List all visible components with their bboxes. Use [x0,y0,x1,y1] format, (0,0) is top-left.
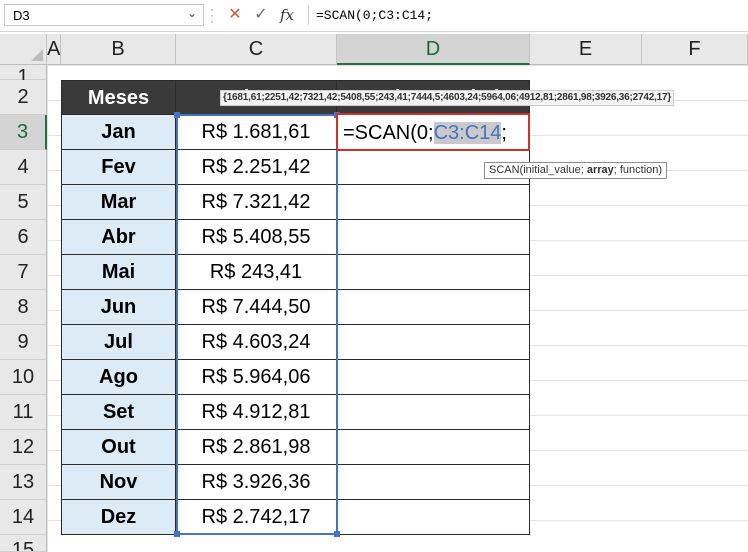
value-cell[interactable]: R$ 3.926,36 [176,465,337,500]
value-cell[interactable]: R$ 5.964,06 [176,360,337,395]
chevron-down-icon[interactable]: ⌄ [187,6,197,20]
column-header-d[interactable]: D [337,34,530,65]
divider [308,5,309,25]
accumulated-total-cell[interactable] [337,360,530,395]
month-cell[interactable]: Abr [61,220,176,255]
row-header-12[interactable]: 12 [0,430,47,465]
row-header-14[interactable]: 14 [0,500,47,535]
month-cell[interactable]: Fev [61,150,176,185]
row-header-13[interactable]: 13 [0,465,47,500]
function-argument-tooltip[interactable]: SCAN(initial_value; array; function) [484,162,668,179]
column-header-a[interactable]: A [47,34,61,65]
formula-value-preview: {1681,61;2251,42;7321,42;5408,55;243,41;… [220,90,675,106]
month-cell[interactable]: Dez [61,500,176,535]
tooltip-suffix: ; function) [613,164,663,176]
row-header-8[interactable]: 8 [0,290,47,325]
enter-icon[interactable]: ✓ [250,4,272,26]
table-header-cell[interactable]: Meses [61,80,176,115]
column-header-b[interactable]: B [61,34,176,65]
edit-formula-prefix: =SCAN(0; [343,122,434,144]
row-header-1[interactable]: 1 [0,65,47,88]
column-header-e[interactable]: E [530,34,642,65]
value-cell[interactable]: R$ 2.861,98 [176,430,337,465]
month-cell[interactable]: Ago [61,360,176,395]
accumulated-total-cell[interactable] [337,185,530,220]
month-cell[interactable]: Nov [61,465,176,500]
value-cell[interactable]: R$ 7.321,42 [176,185,337,220]
month-cell[interactable]: Jun [61,290,176,325]
value-cell[interactable]: R$ 7.444,50 [176,290,337,325]
select-all-corner[interactable] [0,34,47,65]
value-cell[interactable]: R$ 2.742,17 [176,500,337,535]
accumulated-total-cell[interactable] [337,325,530,360]
cancel-icon[interactable]: ✕ [224,4,246,26]
month-cell[interactable]: Set [61,395,176,430]
value-cell[interactable]: R$ 5.408,55 [176,220,337,255]
accumulated-total-cell[interactable] [337,465,530,500]
month-cell[interactable]: Jul [61,325,176,360]
accumulated-total-cell[interactable] [337,255,530,290]
row-header-2[interactable]: 2 [0,80,47,115]
edit-range-reference: C3:C14 [433,122,502,144]
accumulated-total-cell[interactable] [337,395,530,430]
month-cell[interactable]: Out [61,430,176,465]
row-header-7[interactable]: 7 [0,255,47,290]
row-header-6[interactable]: 6 [0,220,47,255]
column-header-c[interactable]: C [176,34,337,65]
month-cell[interactable]: Mai [61,255,176,290]
value-cell[interactable]: R$ 4.603,24 [176,325,337,360]
drag-handle-icon[interactable]: · · · [208,3,216,27]
name-box-value: D3 [13,8,30,23]
row-header-3[interactable]: 3 [0,115,47,150]
select-all-icon [31,49,43,61]
row-header-9[interactable]: 9 [0,325,47,360]
value-cell[interactable]: R$ 243,41 [176,255,337,290]
accumulated-total-cell[interactable] [337,430,530,465]
name-box[interactable]: D3 ⌄ [4,4,204,26]
tooltip-current-argument: array [586,164,614,176]
month-cell[interactable]: Jan [61,115,176,150]
accumulated-total-cell[interactable] [337,500,530,535]
accumulated-total-cell[interactable] [337,220,530,255]
accumulated-total-cell[interactable] [337,290,530,325]
value-cell[interactable]: R$ 1.681,61 [176,115,337,150]
edit-formula-suffix: ; [501,122,507,144]
tooltip-prefix: SCAN(initial_value; [489,164,587,176]
formula-bar: D3 ⌄ · · · ✕ ✓ fx =SCAN(0;C3:C14; [0,0,748,32]
formula-input[interactable]: =SCAN(0;C3:C14; [316,3,744,27]
insert-function-icon[interactable]: fx [276,4,298,26]
value-cell[interactable]: R$ 4.912,81 [176,395,337,430]
row-header-4[interactable]: 4 [0,150,47,185]
row-header-11[interactable]: 11 [0,395,47,430]
value-cell[interactable]: R$ 2.251,42 [176,150,337,185]
active-cell-d3-editor[interactable]: =SCAN(0;C3:C14; [336,113,530,151]
month-cell[interactable]: Mar [61,185,176,220]
row-header-5[interactable]: 5 [0,185,47,220]
column-header-f[interactable]: F [642,34,748,65]
row-header-10[interactable]: 10 [0,360,47,395]
row-header-15[interactable]: 15 [0,535,47,552]
